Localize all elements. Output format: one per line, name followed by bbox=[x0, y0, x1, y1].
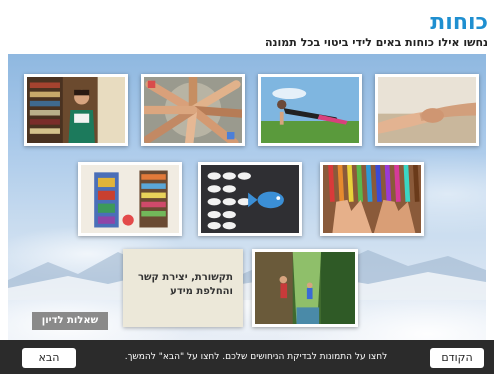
footer-bar: הקודם לחצו על התמונות לבדיקת הניחושים של… bbox=[0, 340, 494, 374]
instruction-text: לחצו על התמונות לבדיקת הניחושים שלכם. לח… bbox=[124, 352, 388, 362]
previous-button[interactable]: הקודם bbox=[430, 348, 484, 368]
info-card-line-2: והחלפת מידע bbox=[170, 286, 233, 297]
photo-fish-swimming-opposite[interactable] bbox=[198, 162, 302, 236]
photo-hands-with-colored-pencils[interactable] bbox=[320, 162, 424, 236]
photo-plank-exercise[interactable] bbox=[258, 74, 362, 146]
photo-hikers-in-forest[interactable] bbox=[252, 249, 358, 327]
mountains-background bbox=[8, 250, 486, 300]
info-card-line-1: תקשורת, יצירת קשר bbox=[137, 272, 233, 283]
header: כוחות נחשו אילו כוחות באים לידי ביטוי בכ… bbox=[0, 0, 494, 54]
info-card-text: תקשורת, יצירת קשר והחלפת מידע bbox=[133, 271, 233, 299]
photo-holding-hands[interactable] bbox=[375, 74, 479, 146]
discussion-questions-button[interactable]: שאלות לדיון bbox=[32, 312, 108, 330]
photo-creative-colorful-room[interactable] bbox=[78, 162, 182, 236]
page-title: כוחות bbox=[430, 10, 488, 35]
page-subtitle: נחשו אילו כוחות באים לידי ביטוי בכל תמונ… bbox=[264, 36, 488, 49]
info-card[interactable]: תקשורת, יצירת קשר והחלפת מידע bbox=[123, 249, 243, 327]
next-button[interactable]: הבא bbox=[22, 348, 76, 368]
photo-hands-joined-circle[interactable] bbox=[141, 74, 245, 146]
photo-reading-in-library[interactable] bbox=[24, 74, 128, 146]
photo-board: תקשורת, יצירת קשר והחלפת מידע שאלות לדיו… bbox=[8, 54, 486, 340]
